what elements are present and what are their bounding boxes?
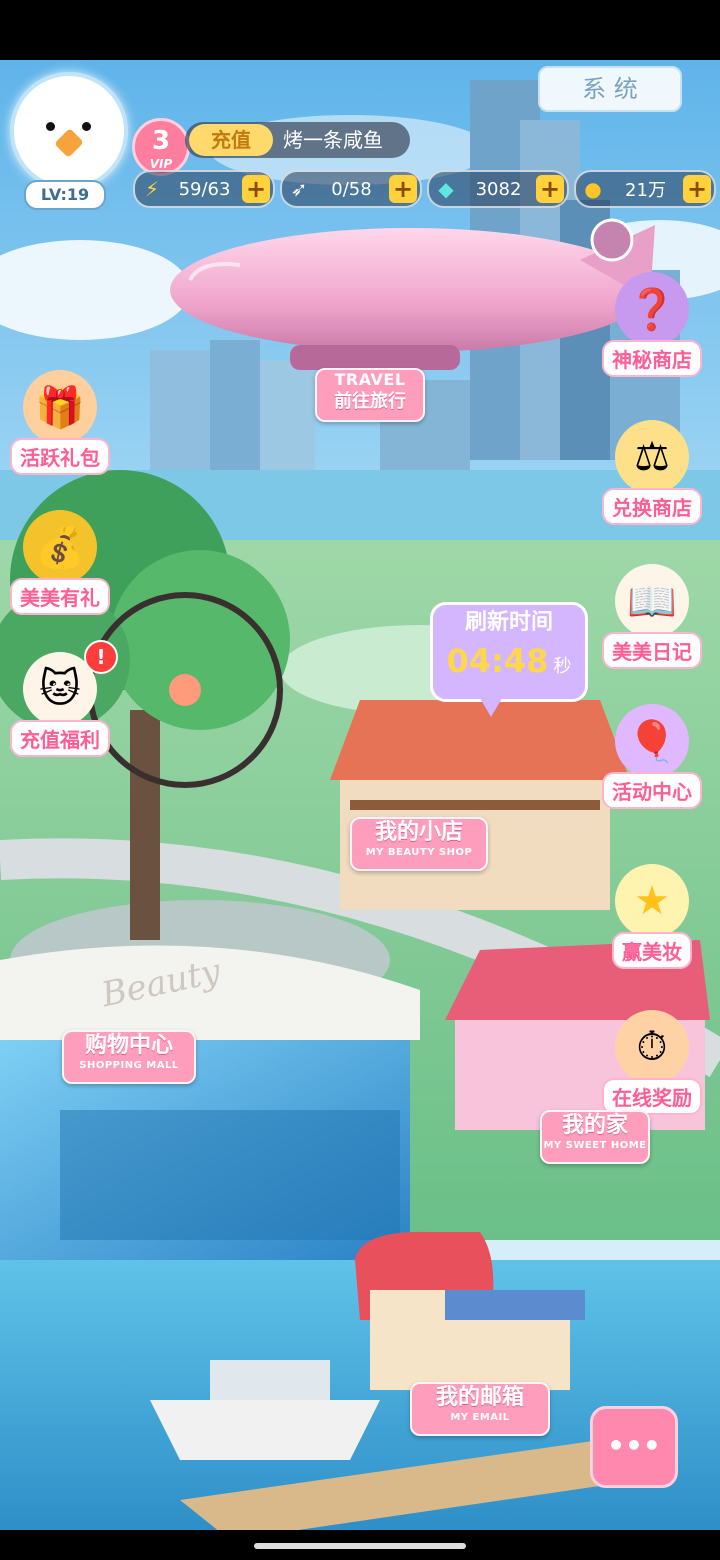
more-dots-icon: ••• <box>607 1429 661 1462</box>
diary-icon: 📖 <box>615 564 689 638</box>
add-stamina-button[interactable]: + <box>242 175 270 203</box>
diamond-counter: ◆ 3082 + <box>427 170 569 208</box>
vip-tag: VIP <box>149 157 173 171</box>
stamina-value: 59/63 <box>178 178 231 200</box>
sweet-home-label-en: MY SWEET HOME <box>543 1140 647 1151</box>
vip-level: 3 <box>151 126 171 156</box>
add-diamond-button[interactable]: + <box>536 175 564 203</box>
exchange-shop-label: 兑换商店 <box>602 488 702 525</box>
win-makeup-button[interactable]: ★ 赢美妆 <box>592 864 712 969</box>
beauty-shop-label-cn: 我的小店 <box>374 820 463 845</box>
refresh-countdown: 04:48 秒 <box>433 641 585 687</box>
recharge-bonus-label: 充值福利 <box>10 720 110 757</box>
sweet-home-button[interactable]: 我的家 MY SWEET HOME <box>540 1110 650 1164</box>
my-email-label-cn: 我的邮箱 <box>435 1385 524 1410</box>
bubble-tail <box>477 693 505 717</box>
player-level-badge: LV:19 <box>24 180 106 210</box>
timer-gift-icon: ⏱ <box>615 1010 689 1084</box>
active-gift-pack-label: 活跃礼包 <box>10 438 110 475</box>
exchange-shop-button[interactable]: ⚖ 兑换商店 <box>592 420 712 525</box>
shopping-mall-button[interactable]: 购物中心 SHOPPING MALL <box>62 1030 196 1084</box>
beauty-diary-label: 美美日记 <box>602 632 702 669</box>
name-bar: 充值 烤一条咸鱼 <box>185 122 410 158</box>
coin-counter: ● 21万 + <box>574 170 716 208</box>
lightning-icon: ⚡ <box>144 177 160 201</box>
game-screen: LV:19 3 VIP 充值 烤一条咸鱼 系 统 ⚡ 59/63 + ➶ 0/5… <box>0 60 720 1530</box>
coin-icon: ● <box>584 177 602 201</box>
beauty-gift-button[interactable]: 💰 美美有礼 <box>0 510 120 615</box>
travel-label-cn: 前往旅行 <box>334 391 406 412</box>
wing-counter: ➶ 0/58 + <box>280 170 422 208</box>
coin-value: 21万 <box>625 180 666 201</box>
diamond-value: 3082 <box>475 178 522 200</box>
recharge-bonus-button[interactable]: 🐱 充值福利 ! <box>0 640 120 757</box>
mystery-box-icon: ❓ <box>615 272 689 346</box>
refresh-unit: 秒 <box>553 656 572 677</box>
beauty-gift-label: 美美有礼 <box>10 578 110 615</box>
refresh-title: 刷新时间 <box>464 610 553 635</box>
more-options-button[interactable]: ••• <box>590 1406 678 1488</box>
mystery-shop-label: 神秘商店 <box>602 340 702 377</box>
travel-button[interactable]: TRAVEL 前往旅行 <box>315 368 425 422</box>
my-email-label-en: MY EMAIL <box>450 1412 510 1423</box>
status-bar <box>0 0 720 60</box>
add-coin-button[interactable]: + <box>683 175 711 203</box>
online-reward-button[interactable]: ⏱ 在线奖励 <box>592 1010 712 1115</box>
alert-badge-icon: ! <box>84 640 118 674</box>
refresh-timer-bubble: 刷新时间 04:48 秒 <box>430 602 588 717</box>
wing-icon: ➶ <box>290 177 308 201</box>
star-icon: ★ <box>615 864 689 938</box>
refresh-time: 04:48 <box>446 642 549 680</box>
stamina-counter: ⚡ 59/63 + <box>133 170 275 208</box>
wing-value: 0/58 <box>331 178 372 200</box>
win-makeup-label: 赢美妆 <box>612 932 692 969</box>
mystery-shop-button[interactable]: ❓ 神秘商店 <box>592 272 712 377</box>
system-button[interactable]: 系 统 <box>538 66 682 112</box>
event-center-label: 活动中心 <box>602 772 702 809</box>
shopping-mall-label-en: SHOPPING MALL <box>79 1060 179 1071</box>
shopping-mall-label-cn: 购物中心 <box>84 1033 173 1058</box>
sweet-home-label-cn: 我的家 <box>561 1113 628 1138</box>
add-wing-button[interactable]: + <box>389 175 417 203</box>
recharge-button[interactable]: 充值 <box>189 124 273 156</box>
beauty-shop-label-en: MY BEAUTY SHOP <box>365 847 473 858</box>
scale-icon: ⚖ <box>615 420 689 494</box>
gift-box-icon: 🎁 <box>23 370 97 444</box>
balloons-icon: 🎈 <box>615 704 689 778</box>
duck-face-icon <box>14 76 124 186</box>
event-center-button[interactable]: 🎈 活动中心 <box>592 704 712 809</box>
vip-badge[interactable]: 3 VIP <box>132 118 190 176</box>
travel-label-en: TRAVEL <box>334 370 406 389</box>
lucky-bag-icon: 💰 <box>23 510 97 584</box>
player-avatar[interactable] <box>10 72 128 190</box>
home-indicator[interactable] <box>254 1543 466 1549</box>
player-name: 烤一条咸鱼 <box>283 128 383 152</box>
my-email-button[interactable]: 我的邮箱 MY EMAIL <box>410 1382 550 1436</box>
beauty-diary-button[interactable]: 📖 美美日记 <box>592 564 712 669</box>
diamond-icon: ◆ <box>438 177 454 201</box>
beauty-shop-button[interactable]: 我的小店 MY BEAUTY SHOP <box>350 817 488 871</box>
active-gift-pack-button[interactable]: 🎁 活跃礼包 <box>0 370 120 475</box>
